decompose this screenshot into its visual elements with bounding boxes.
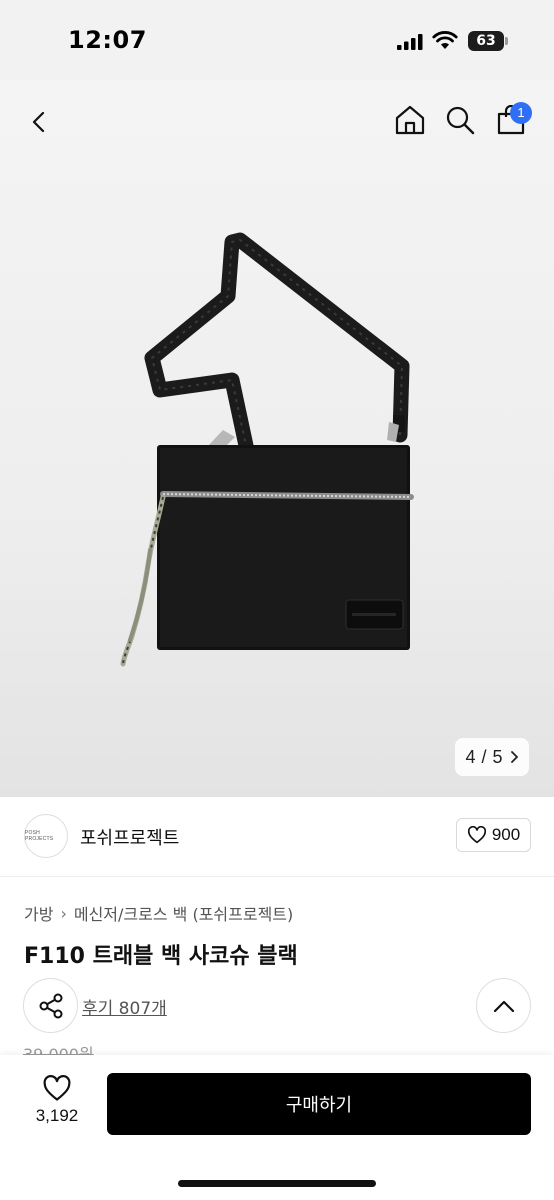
status-time: 12:07 (68, 26, 147, 54)
back-button[interactable] (20, 102, 60, 142)
battery-icon: 63 (468, 31, 508, 51)
shop-info-row: POSH PROJECTS 포쉬프로젝트 900 (0, 797, 554, 877)
cart-badge: 1 (510, 102, 532, 124)
product-image-gallery[interactable]: 1 4 / 5 (0, 80, 554, 797)
home-icon (395, 105, 425, 135)
home-indicator (178, 1180, 376, 1187)
search-button[interactable] (440, 100, 480, 140)
share-button[interactable] (23, 978, 78, 1033)
shop-name[interactable]: 포쉬프로젝트 (80, 824, 179, 850)
battery-tip (505, 37, 508, 45)
gallery-pager[interactable]: 4 / 5 (455, 738, 529, 776)
chevron-right-icon (510, 751, 518, 763)
shop-like-button[interactable]: 900 (456, 818, 531, 852)
chevron-left-icon (32, 111, 45, 133)
pager-current: 4 (465, 746, 476, 767)
chevron-up-icon (493, 1000, 514, 1012)
review-link[interactable]: 후기 807개 (82, 994, 167, 1019)
heart-icon (43, 1075, 71, 1101)
breadcrumb-subcategory[interactable]: 메신저/크로스 백 (포쉬프로젝트) (74, 901, 293, 925)
shop-logo-text: POSH PROJECTS (25, 830, 54, 842)
breadcrumb-category[interactable]: 가방 (24, 901, 53, 925)
heart-icon (467, 826, 486, 844)
product-title: F110 트래블 백 사코슈 블랙 (24, 944, 298, 969)
bottom-action-bar: 3,192 구매하기 (0, 1055, 554, 1200)
wifi-icon (432, 31, 458, 49)
product-photo (120, 232, 414, 667)
original-price: 39,000원 (23, 1045, 94, 1055)
cellular-signal-icon (397, 34, 423, 50)
battery-level: 63 (468, 31, 504, 51)
pager-total: 5 (492, 746, 503, 767)
shop-logo[interactable]: POSH PROJECTS (24, 814, 68, 858)
share-icon (39, 993, 62, 1018)
home-button[interactable] (390, 100, 430, 140)
breadcrumb: 가방 › 메신저/크로스 백 (포쉬프로젝트) (24, 901, 293, 925)
search-icon (446, 106, 475, 135)
shop-like-count: 900 (491, 825, 521, 844)
scroll-to-top-button[interactable] (476, 978, 531, 1033)
chevron-right-icon: › (60, 903, 67, 923)
status-bar: 12:07 63 (0, 0, 554, 80)
buy-button[interactable]: 구매하기 (107, 1073, 531, 1135)
pager-separator: / (481, 746, 487, 767)
wishlist-button[interactable]: 3,192 (26, 1075, 88, 1135)
wishlist-count: 3,192 (35, 1106, 79, 1125)
